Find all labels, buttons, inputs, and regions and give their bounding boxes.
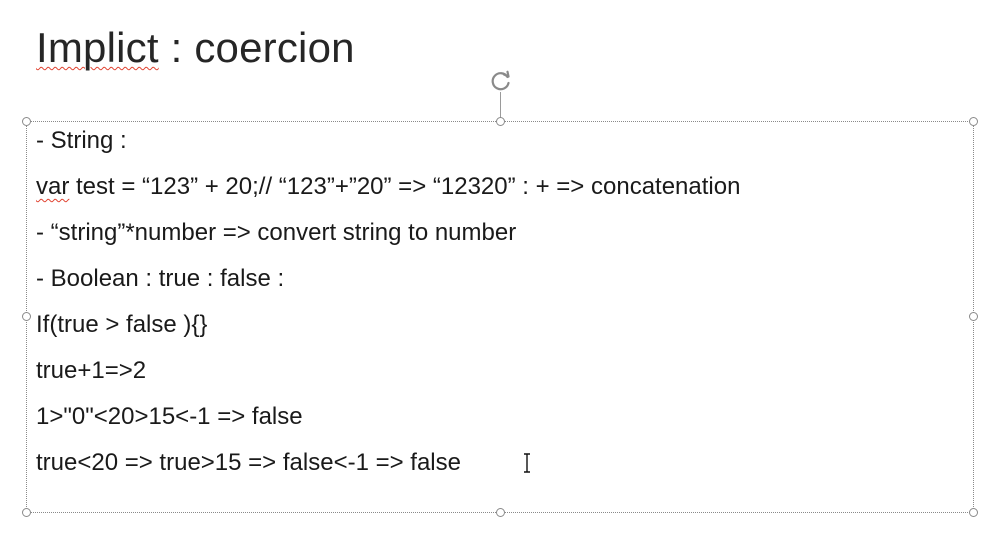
line-text: test = “123” + 20;// “123”+”20” => “1232… — [69, 173, 741, 200]
misspelled-word: var — [36, 173, 70, 200]
line-text: “string”*number => convert string to num… — [50, 219, 517, 246]
resize-handle-middle-left[interactable] — [22, 312, 31, 321]
bullet-dash: - — [36, 219, 51, 246]
text-line-1: - String : — [36, 118, 966, 164]
resize-handle-top-left[interactable] — [22, 117, 31, 126]
resize-handle-middle-right[interactable] — [969, 312, 978, 321]
text-line-5: If(true > false ){} — [36, 302, 966, 348]
line-text: Boolean : true : false : — [50, 265, 285, 292]
title-rest: : coercion — [158, 24, 355, 71]
line-text: true+1=>2 — [36, 357, 147, 384]
text-line-8: true<20 => true>15 => false<-1 => false — [36, 440, 966, 486]
resize-handle-bottom-center[interactable] — [496, 508, 505, 517]
rotate-handle-icon[interactable] — [488, 68, 514, 94]
line-text: 1>"0"<20>15<-1 => false — [36, 403, 303, 430]
resize-handle-bottom-left[interactable] — [22, 508, 31, 517]
line-text: String : — [50, 127, 127, 154]
text-box-content[interactable]: - String : var test = “123” + 20;// “123… — [36, 118, 966, 486]
text-line-4: - Boolean : true : false : — [36, 256, 966, 302]
resize-handle-top-right[interactable] — [969, 117, 978, 126]
title-misspelled-word: Implict — [36, 24, 159, 71]
text-line-7: 1>"0"<20>15<-1 => false — [36, 394, 966, 440]
text-cursor-icon — [524, 453, 530, 473]
text-line-2: var test = “123” + 20;// “123”+”20” => “… — [36, 164, 966, 210]
text-line-3: - “string”*number => convert string to n… — [36, 210, 966, 256]
line-text: true<20 => true>15 => false<-1 => false — [36, 449, 461, 476]
bullet-dash: - — [36, 265, 51, 292]
bullet-dash: - — [36, 127, 51, 154]
slide-title[interactable]: Implict : coercion — [36, 22, 355, 74]
resize-handle-bottom-right[interactable] — [969, 508, 978, 517]
line-text: If(true > false ){} — [36, 311, 208, 338]
text-line-6: true+1=>2 — [36, 348, 966, 394]
slide-canvas: Implict : coercion - String : var test =… — [0, 0, 998, 547]
